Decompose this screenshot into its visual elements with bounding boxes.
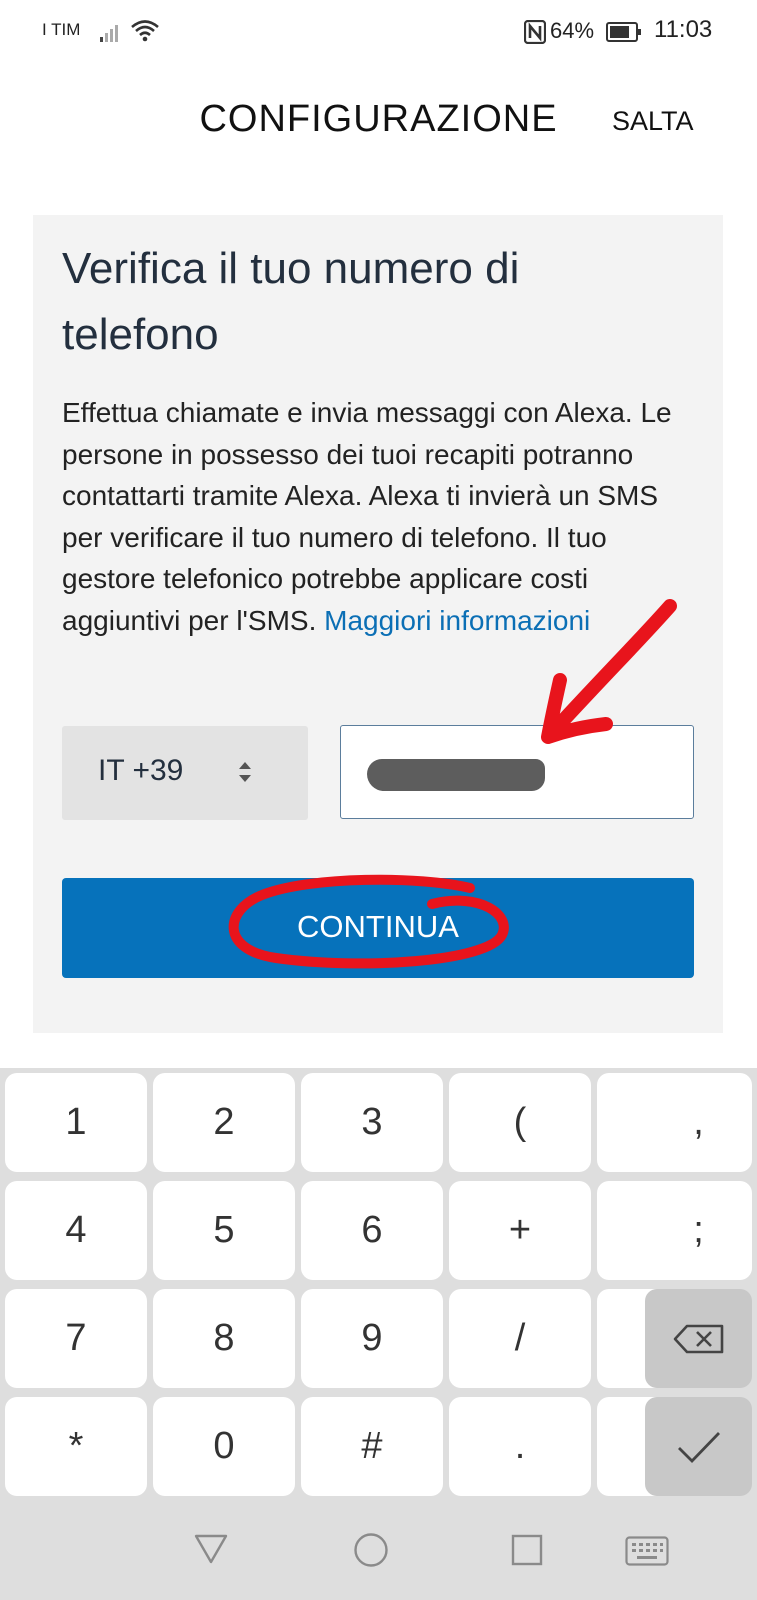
navigation-bar	[0, 1505, 757, 1600]
sort-arrows-icon	[239, 762, 251, 782]
phone-number-input[interactable]	[340, 725, 694, 819]
key-7[interactable]: 7	[5, 1289, 147, 1388]
key-asterisk[interactable]: *	[5, 1397, 147, 1496]
continue-button[interactable]: CONTINUA	[62, 878, 694, 978]
done-key[interactable]	[645, 1397, 752, 1496]
card-description: Effettua chiamate e invia messaggi con A…	[62, 392, 702, 641]
signal-icon	[100, 25, 118, 42]
backspace-key[interactable]	[645, 1289, 752, 1388]
carrier-name: I TIM	[42, 20, 81, 39]
back-triangle-icon[interactable]	[194, 1533, 228, 1565]
key-period[interactable]: .	[449, 1397, 591, 1496]
clock: 11:03	[654, 16, 713, 43]
country-code-select[interactable]: IT +39	[62, 726, 308, 820]
key-6[interactable]: 6	[301, 1181, 443, 1280]
wifi-icon	[131, 20, 159, 42]
redacted-phone-number	[367, 759, 545, 791]
key-slash[interactable]: /	[449, 1289, 591, 1388]
key-8[interactable]: 8	[153, 1289, 295, 1388]
key-0[interactable]: 0	[153, 1397, 295, 1496]
key-5[interactable]: 5	[153, 1181, 295, 1280]
key-2[interactable]: 2	[153, 1073, 295, 1172]
key-open-paren[interactable]: (	[449, 1073, 591, 1172]
nfc-icon	[524, 20, 546, 44]
continue-label: CONTINUA	[297, 909, 459, 944]
battery-percentage: 64%	[550, 18, 595, 43]
backspace-icon	[673, 1324, 723, 1353]
country-code-label: IT +39	[98, 754, 184, 787]
key-3[interactable]: 3	[301, 1073, 443, 1172]
checkmark-icon	[677, 1431, 720, 1463]
key-4[interactable]: 4	[5, 1181, 147, 1280]
description-text: Effettua chiamate e invia messaggi con A…	[62, 397, 672, 636]
status-bar: I TIM 64% 11:03	[0, 0, 757, 64]
keyboard-icon[interactable]	[625, 1536, 669, 1566]
skip-button[interactable]: SALTA	[612, 106, 694, 137]
key-1[interactable]: 1	[5, 1073, 147, 1172]
home-circle-icon[interactable]	[353, 1532, 389, 1568]
key-hash[interactable]: #	[301, 1397, 443, 1496]
battery-icon	[606, 22, 641, 42]
key-plus[interactable]: +	[449, 1181, 591, 1280]
key-semicolon[interactable]: ;	[645, 1181, 752, 1280]
card-title: Verifica il tuo numero di telefono	[62, 244, 520, 359]
key-9[interactable]: 9	[301, 1289, 443, 1388]
recents-square-icon[interactable]	[511, 1534, 543, 1566]
key-comma[interactable]: ,	[645, 1073, 752, 1172]
more-info-link[interactable]: Maggiori informazioni	[324, 605, 590, 636]
